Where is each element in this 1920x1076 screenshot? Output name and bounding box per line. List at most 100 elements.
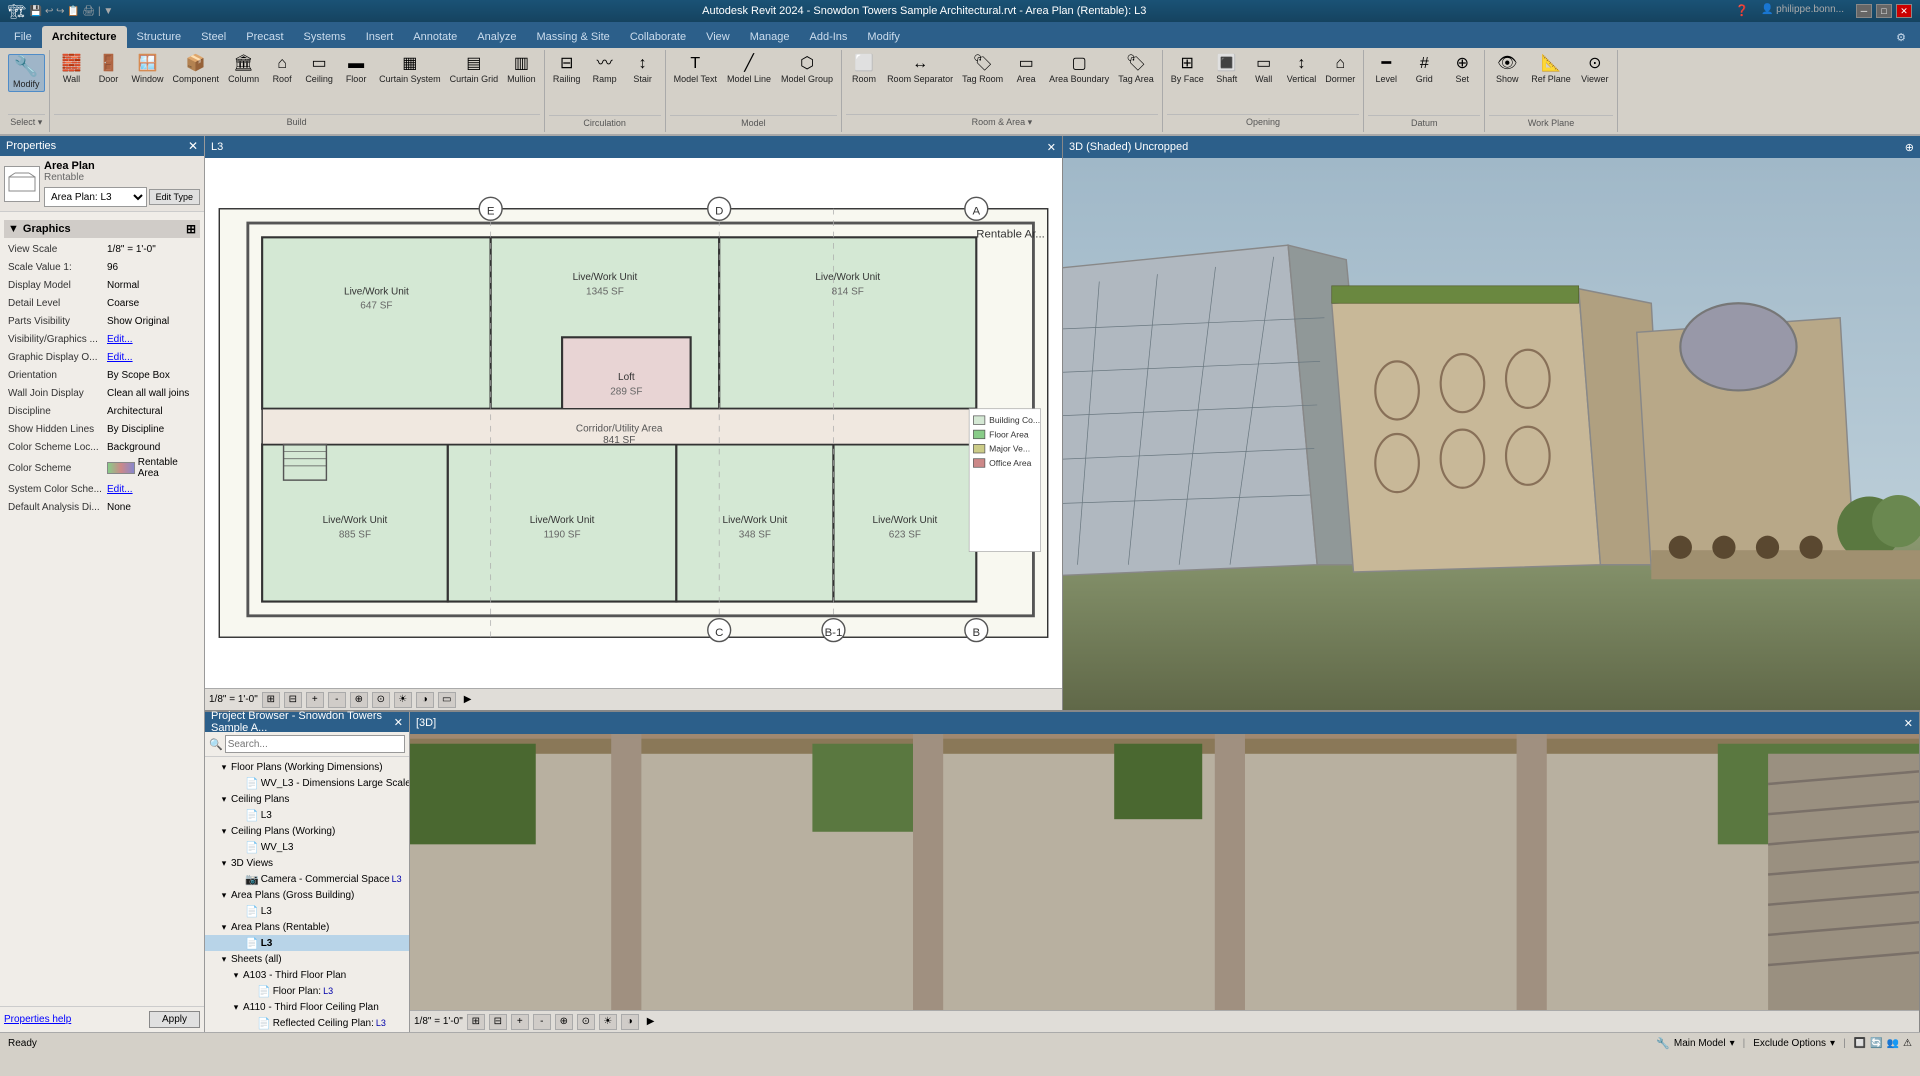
dormer-button[interactable]: ⌂ Dormer	[1321, 54, 1359, 86]
bottom-zoom-out[interactable]: -	[533, 1014, 551, 1030]
tree-ceiling-l3[interactable]: 📄 L3	[205, 807, 409, 823]
tree-a110[interactable]: ▾ A110 - Third Floor Ceiling Plan	[205, 999, 409, 1015]
zoom-out[interactable]: -	[328, 692, 346, 708]
crop[interactable]: ▭	[438, 692, 456, 708]
tab-manage[interactable]: Manage	[740, 26, 800, 48]
stair-button[interactable]: ↕ Stair	[625, 54, 661, 86]
close-button[interactable]: ✕	[1896, 4, 1912, 18]
model-text-button[interactable]: T Model Text	[670, 54, 721, 86]
tab-file[interactable]: File	[4, 26, 42, 48]
bottom-zoom-btn[interactable]: ⊞	[467, 1014, 485, 1030]
pb-close[interactable]: ✕	[394, 716, 403, 729]
room-separator-button[interactable]: ↔ Room Separator	[883, 54, 957, 86]
worksharing-icon[interactable]: 👥	[1887, 1038, 1899, 1049]
prop-graphic-display[interactable]: Graphic Display O... Edit...	[4, 348, 200, 366]
tree-area-plans-gross[interactable]: ▾ Area Plans (Gross Building)	[205, 887, 409, 903]
ramp-button[interactable]: 〰 Ramp	[587, 54, 623, 86]
shaft-button[interactable]: 🔳 Shaft	[1209, 54, 1245, 86]
zoom-in[interactable]: +	[306, 692, 324, 708]
bottom-zoom-fit[interactable]: ⊕	[555, 1014, 573, 1030]
design-options-icon[interactable]: 🔲	[1854, 1038, 1866, 1049]
floor-button[interactable]: ▬ Floor	[338, 54, 374, 86]
door-button[interactable]: 🚪 Door	[91, 54, 127, 86]
tab-settings[interactable]: ⚙	[1886, 26, 1916, 48]
tree-wv-l3-dim[interactable]: 📄 WV_L3 - Dimensions Large Scale	[205, 775, 409, 791]
grid-button[interactable]: # Grid	[1406, 54, 1442, 86]
curtain-grid-button[interactable]: ▤ Curtain Grid	[446, 54, 503, 86]
area-boundary-button[interactable]: ▢ Area Boundary	[1045, 54, 1113, 86]
tree-wv-l3-ceiling[interactable]: 📄 WV_L3	[205, 839, 409, 855]
tab-annotate[interactable]: Annotate	[403, 26, 467, 48]
apply-button[interactable]: Apply	[149, 1011, 200, 1028]
properties-help-link[interactable]: Properties help	[4, 1014, 71, 1025]
bottom-sun[interactable]: ☀	[599, 1014, 617, 1030]
tree-a103-floor-l3[interactable]: 📄 Floor Plan: L3	[205, 983, 409, 999]
tag-area-button[interactable]: 🏷 Tag Area	[1114, 54, 1158, 86]
view-settings[interactable]: ⊙	[372, 692, 390, 708]
bottom-3d-close[interactable]: ✕	[1904, 717, 1913, 730]
tree-area-plans-rentable[interactable]: ▾ Area Plans (Rentable)	[205, 919, 409, 935]
tab-analyze[interactable]: Analyze	[467, 26, 526, 48]
tile-button[interactable]: ⊟	[284, 692, 302, 708]
tree-area-gross-l3[interactable]: 📄 L3	[205, 903, 409, 919]
vertical-button[interactable]: ↕ Vertical	[1283, 54, 1321, 86]
wall-opening-button[interactable]: ▭ Wall	[1246, 54, 1282, 86]
level-button[interactable]: ━ Level	[1368, 54, 1404, 86]
worksets-icon[interactable]: 🔧	[1656, 1037, 1670, 1050]
tree-g103[interactable]: ▾ G103 - Third Floor Life Safety Plan	[205, 1031, 409, 1032]
tab-collaborate[interactable]: Collaborate	[620, 26, 696, 48]
tree-camera-commercial[interactable]: 📷 Camera - Commercial Space L3	[205, 871, 409, 887]
roof-button[interactable]: ⌂ Roof	[264, 54, 300, 86]
scale-button[interactable]: ⊞	[262, 692, 280, 708]
tab-view[interactable]: View	[696, 26, 740, 48]
tab-massing[interactable]: Massing & Site	[526, 26, 619, 48]
bottom-3d-content[interactable]	[410, 734, 1919, 1010]
column-button[interactable]: 🏛 Column	[224, 54, 263, 86]
bottom-tile-btn[interactable]: ⊟	[489, 1014, 507, 1030]
model-line-button[interactable]: ╱ Model Line	[723, 54, 775, 86]
model-group-button[interactable]: ⬡ Model Group	[777, 54, 837, 86]
pb-search-input[interactable]	[225, 735, 405, 753]
show-button[interactable]: 👁 Show	[1489, 54, 1525, 86]
set-button[interactable]: ⊕ Set	[1444, 54, 1480, 86]
tree-a110-rcp[interactable]: 📄 Reflected Ceiling Plan: L3	[205, 1015, 409, 1031]
modify-button[interactable]: 🔧 Modify	[8, 54, 45, 92]
wall-button[interactable]: 🧱 Wall	[54, 54, 90, 86]
tab-structure[interactable]: Structure	[127, 26, 192, 48]
tree-ceiling-plans-working[interactable]: ▾ Ceiling Plans (Working)	[205, 823, 409, 839]
ceiling-button[interactable]: ▭ Ceiling	[301, 54, 337, 86]
viewer-button[interactable]: ⊙ Viewer	[1577, 54, 1613, 86]
tab-precast[interactable]: Precast	[236, 26, 293, 48]
help-icon[interactable]: ❓	[1735, 4, 1749, 18]
area-button[interactable]: ▭ Area	[1008, 54, 1044, 86]
tab-insert[interactable]: Insert	[356, 26, 404, 48]
window-button[interactable]: 🪟 Window	[128, 54, 168, 86]
prop-visibility-graphics[interactable]: Visibility/Graphics ... Edit...	[4, 330, 200, 348]
maximize-button[interactable]: □	[1876, 4, 1892, 18]
3d-view-expand[interactable]: ⊕	[1905, 141, 1914, 154]
tree-ceiling-plans[interactable]: ▾ Ceiling Plans	[205, 791, 409, 807]
tab-steel[interactable]: Steel	[191, 26, 236, 48]
floor-plan-content[interactable]: E D C B-1 B A Live/Work Unit 647 SF	[205, 158, 1062, 688]
tab-systems[interactable]: Systems	[294, 26, 356, 48]
ref-plane-button[interactable]: 📐 Ref Plane	[1527, 54, 1575, 86]
graphics-section-header[interactable]: ▼ Graphics ⊞	[4, 220, 200, 238]
bottom-shadows[interactable]: ◑	[621, 1014, 639, 1030]
tree-floor-plans-working[interactable]: ▾ Floor Plans (Working Dimensions)	[205, 759, 409, 775]
floor-plan-close[interactable]: ✕	[1047, 141, 1056, 154]
3d-view-content[interactable]: Parking SNOWDON PLACE ⊕	[1063, 158, 1920, 710]
prop-system-color[interactable]: System Color Sche... Edit...	[4, 480, 200, 498]
by-face-button[interactable]: ⊞ By Face	[1167, 54, 1208, 86]
tree-sheets-all[interactable]: ▾ Sheets (all)	[205, 951, 409, 967]
tree-3d-views[interactable]: ▾ 3D Views	[205, 855, 409, 871]
warning-icon[interactable]: ⚠	[1903, 1038, 1912, 1049]
tab-addins[interactable]: Add-Ins	[800, 26, 858, 48]
tab-architecture[interactable]: Architecture	[42, 26, 127, 48]
zoom-fit[interactable]: ⊕	[350, 692, 368, 708]
exclude-dropdown[interactable]: ▾	[1830, 1038, 1835, 1049]
railing-button[interactable]: ⊟ Railing	[549, 54, 585, 86]
model-dropdown[interactable]: ▾	[1730, 1038, 1735, 1049]
shadows[interactable]: ◑	[416, 692, 434, 708]
component-button[interactable]: 📦 Component	[169, 54, 224, 86]
minimize-button[interactable]: ─	[1856, 4, 1872, 18]
